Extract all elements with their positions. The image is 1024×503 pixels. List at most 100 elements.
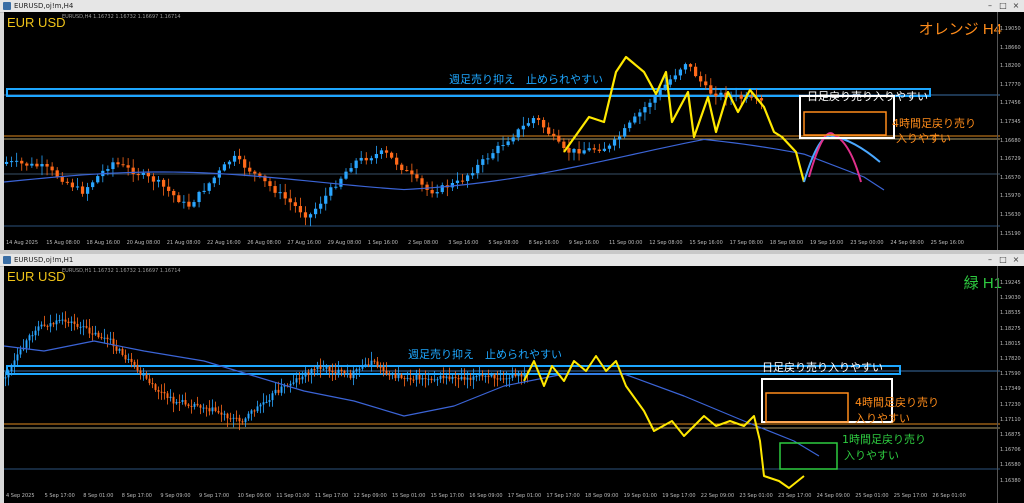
axis-tick-label: 22 Aug 16:00 — [207, 240, 241, 246]
axis-tick-label: 23 Sep 01:00 — [739, 493, 773, 499]
candle-body — [148, 378, 151, 384]
candle-body — [80, 186, 85, 194]
candle-body — [55, 320, 58, 325]
chart-window-icon — [3, 256, 11, 264]
candle-body — [61, 319, 64, 321]
candle-body — [471, 173, 475, 176]
ohlc-readout: EURUSD,H1 1.16732 1.16732 1.16697 1.1671… — [62, 268, 181, 274]
candle-body — [103, 337, 106, 339]
daily-sell-label: 日足戻り売り入りやすい — [762, 361, 883, 374]
candle-body — [196, 403, 199, 406]
candle-body — [451, 376, 454, 380]
candle-body — [136, 364, 139, 371]
axis-tick-label: 22 Sep 09:00 — [700, 493, 735, 499]
candle-body — [184, 399, 187, 405]
candle-body — [592, 148, 596, 150]
candle-body — [739, 95, 743, 99]
candle-body — [496, 145, 500, 154]
candle-body — [169, 396, 172, 399]
candle-body — [481, 159, 485, 165]
candle-body — [20, 160, 24, 164]
candle-body — [370, 360, 373, 366]
candle-body — [217, 410, 220, 413]
candle-body — [157, 389, 160, 392]
candle-body — [648, 102, 652, 108]
maximize-button[interactable]: □ — [997, 255, 1009, 264]
candle-body — [319, 203, 323, 209]
candle-body — [13, 360, 16, 365]
price-axis-h1[interactable]: 1.19245 1.19030 1.18535 1.18275 1.18015 1.178… — [997, 266, 1024, 503]
axis-tick-label: 4 Sep 2025 — [6, 493, 35, 499]
candle-body — [7, 371, 10, 378]
candle-body — [40, 324, 43, 327]
close-button[interactable]: × — [1010, 1, 1022, 10]
candle-body — [693, 66, 698, 77]
price-chart-h1[interactable]: EUR USD EURUSD,H1 1.16732 1.16732 1.1669… — [4, 266, 1024, 503]
candle-body — [19, 349, 22, 355]
candle-body — [163, 392, 166, 394]
candle-body — [484, 375, 487, 377]
candle-body — [448, 376, 451, 380]
projection-down-curve — [808, 132, 862, 183]
candle-body — [277, 389, 280, 393]
candle-body — [50, 166, 54, 171]
candle-body — [223, 413, 226, 415]
candle-body — [67, 321, 70, 323]
candle-body — [410, 170, 414, 175]
axis-tick-label: 8 Sep 17:00 — [121, 493, 152, 499]
candle-body — [58, 320, 61, 322]
candle-body — [349, 372, 352, 379]
axis-tick-label: 17 Sep 01:00 — [507, 493, 542, 499]
candle-body — [142, 374, 145, 376]
candle-body — [166, 393, 169, 399]
candle-body — [439, 375, 442, 380]
candle-body — [238, 417, 241, 422]
close-button[interactable]: × — [1010, 255, 1022, 264]
candle-body — [502, 378, 505, 380]
price-axis-h4[interactable]: 1.19050 1.18660 1.18200 1.17770 1.17456 1.173… — [997, 12, 1024, 250]
candle-body — [612, 139, 617, 146]
candle-body — [567, 148, 571, 153]
candle-body — [638, 112, 642, 117]
candle-body — [343, 370, 346, 374]
candle-body — [273, 186, 277, 193]
candle-body — [4, 161, 9, 164]
axis-tick-label: 1 Sep 16:00 — [367, 240, 398, 246]
axis-tick-label: 23 Sep 17:00 — [778, 493, 812, 499]
candle-body — [208, 408, 211, 412]
candle-body — [253, 410, 256, 412]
candle-body — [572, 149, 576, 153]
candle-body — [481, 375, 484, 377]
candle-body — [389, 152, 394, 158]
candle-body — [202, 190, 206, 192]
time-axis-h4: 14 Aug 2025 15 Aug 08:00 18 Aug 16:00 20 Au… — [4, 239, 1004, 249]
minimize-button[interactable]: – — [984, 1, 996, 10]
candle-body — [384, 150, 389, 153]
chart-canvas-h4 — [4, 55, 1000, 227]
candle-body — [385, 370, 388, 375]
axis-tick-label: 10 Sep 09:00 — [237, 493, 271, 499]
candle-body — [322, 368, 325, 370]
candle-body — [262, 402, 265, 405]
candle-body — [280, 386, 283, 393]
minimize-button[interactable]: – — [984, 255, 996, 264]
candle-body — [325, 366, 328, 369]
candle-body — [460, 180, 465, 182]
price-chart-h4[interactable]: EUR USD EURUSD,H4 1.16732 1.16732 1.1669… — [4, 12, 1024, 250]
candle-body — [111, 162, 115, 170]
h4-sell-label-line1: 4時間足戻り売り — [855, 396, 939, 409]
candle-body — [523, 373, 526, 377]
candle-body — [455, 180, 460, 184]
candle-body — [46, 325, 49, 327]
candle-body — [100, 337, 103, 339]
price-tick-label: 1.17590 — [1000, 371, 1021, 378]
price-tick-label: 1.16380 — [1000, 477, 1021, 484]
maximize-button[interactable]: □ — [997, 1, 1009, 10]
candle-body — [271, 393, 274, 401]
candle-body — [16, 354, 19, 361]
candle-body — [493, 374, 496, 379]
candle-body — [424, 378, 427, 380]
candle-body — [25, 340, 28, 348]
candle-body — [187, 404, 190, 406]
candle-body — [460, 376, 463, 380]
